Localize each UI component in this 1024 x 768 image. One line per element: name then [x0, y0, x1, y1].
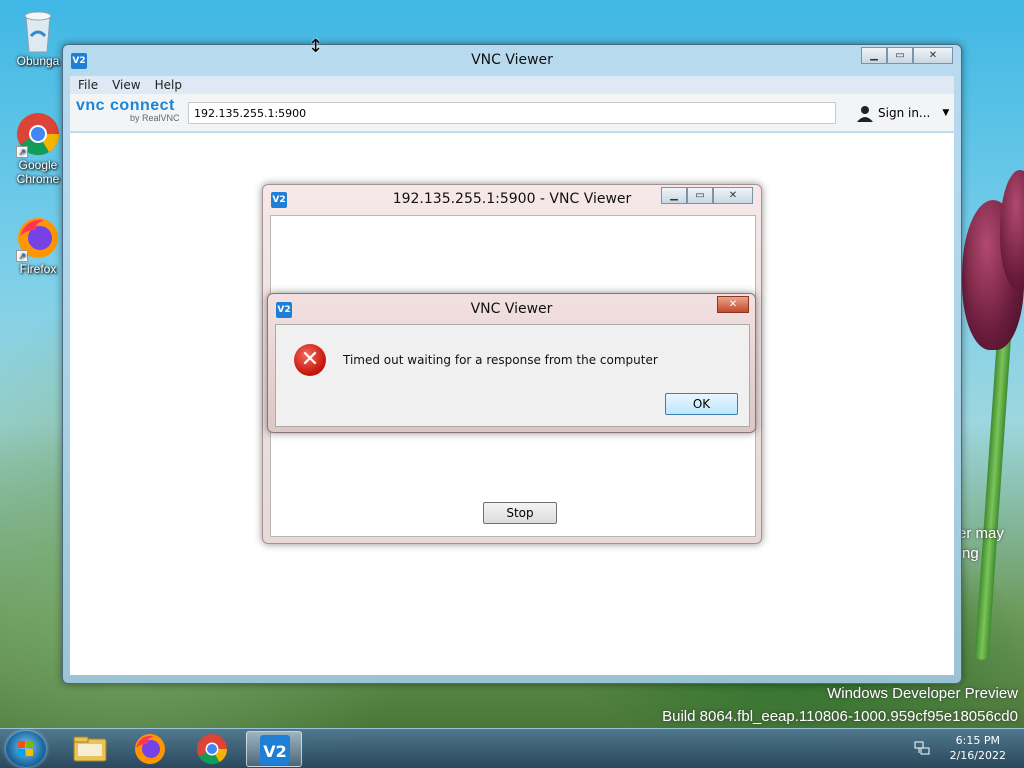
- close-button[interactable]: ✕: [717, 296, 749, 313]
- wallpaper-tulip: [1000, 170, 1024, 290]
- caption-buttons: ▁ ▭ ✕: [861, 47, 953, 64]
- resize-cursor-icon: ↕: [308, 36, 324, 57]
- ok-button[interactable]: OK: [665, 393, 738, 415]
- start-button[interactable]: [6, 731, 46, 767]
- error-dialog-title: VNC Viewer: [470, 301, 553, 317]
- main-window-title: VNC Viewer: [471, 52, 553, 68]
- minimize-button[interactable]: ▁: [861, 47, 887, 64]
- brand-sub: by RealVNC: [130, 113, 180, 123]
- maximize-button[interactable]: ▭: [687, 187, 713, 204]
- maximize-button[interactable]: ▭: [887, 47, 913, 64]
- close-button[interactable]: ✕: [713, 187, 753, 204]
- desktop-icon-recycle-bin[interactable]: Obunga: [8, 8, 68, 68]
- taskbar-vnc-viewer[interactable]: V2: [246, 731, 302, 767]
- chevron-down-icon: ▼: [942, 108, 950, 118]
- svg-text:V2: V2: [263, 742, 287, 761]
- user-icon: [856, 104, 874, 122]
- taskbar: V2 6:15 PM 2/16/2022: [0, 728, 1024, 768]
- partial-text: ng: [962, 545, 979, 562]
- vnc-icon: V2: [260, 735, 290, 765]
- desktop-icon-firefox[interactable]: ↗ Firefox: [8, 216, 68, 276]
- sign-in-button[interactable]: Sign in... ▼: [856, 104, 949, 122]
- folder-icon: [73, 736, 107, 762]
- error-dialog-body: ✕ Timed out waiting for a response from …: [275, 324, 750, 427]
- brand-main: vnc connect: [76, 97, 175, 114]
- address-input[interactable]: [188, 102, 836, 124]
- desktop-icon-label: Firefox: [19, 262, 57, 276]
- error-dialog: V2 VNC Viewer ✕ ✕ Timed out waiting for …: [267, 293, 756, 433]
- clock-time: 6:15 PM: [955, 734, 1000, 747]
- network-icon[interactable]: [914, 740, 930, 756]
- clock-date: 2/16/2022: [949, 749, 1006, 762]
- taskbar-firefox[interactable]: [122, 731, 178, 767]
- close-button[interactable]: ✕: [913, 47, 953, 64]
- caption-buttons: ▁ ▭ ✕: [661, 187, 753, 204]
- desktop-icon-label: Google Chrome: [16, 158, 60, 186]
- watermark-line1: Windows Developer Preview: [827, 685, 1018, 702]
- caption-buttons: ✕: [717, 296, 749, 313]
- desktop-icon-chrome[interactable]: ↗ Google Chrome: [8, 112, 68, 186]
- firefox-icon: [135, 734, 165, 764]
- sign-in-label: Sign in...: [878, 106, 931, 120]
- firefox-icon: ↗: [16, 216, 60, 262]
- menu-bar: File View Help: [70, 76, 954, 94]
- stop-button[interactable]: Stop: [483, 502, 557, 524]
- windows-logo-icon: [18, 741, 33, 756]
- menu-view[interactable]: View: [112, 78, 140, 92]
- chrome-icon: [197, 734, 227, 765]
- watermark-line2: Build 8064.fbl_eeap.110806-1000.959cf95e…: [662, 708, 1018, 725]
- menu-file[interactable]: File: [78, 78, 98, 92]
- taskbar-file-explorer[interactable]: [62, 731, 118, 767]
- partial-text: er may: [958, 525, 1004, 542]
- chrome-icon: ↗: [16, 112, 60, 158]
- taskbar-chrome[interactable]: [184, 731, 240, 767]
- error-icon: ✕: [294, 344, 326, 376]
- recycle-bin-icon: [16, 8, 60, 53]
- minimize-button[interactable]: ▁: [661, 187, 687, 204]
- error-message: Timed out waiting for a response from th…: [343, 353, 658, 367]
- system-clock[interactable]: 6:15 PM 2/16/2022: [950, 733, 1006, 763]
- menu-help[interactable]: Help: [155, 78, 182, 92]
- vnc-connect-logo: vnc connect by RealVNC: [76, 97, 180, 123]
- desktop-icon-label: Obunga: [16, 54, 60, 68]
- toolbar: vnc connect by RealVNC Sign in... ▼: [70, 94, 954, 132]
